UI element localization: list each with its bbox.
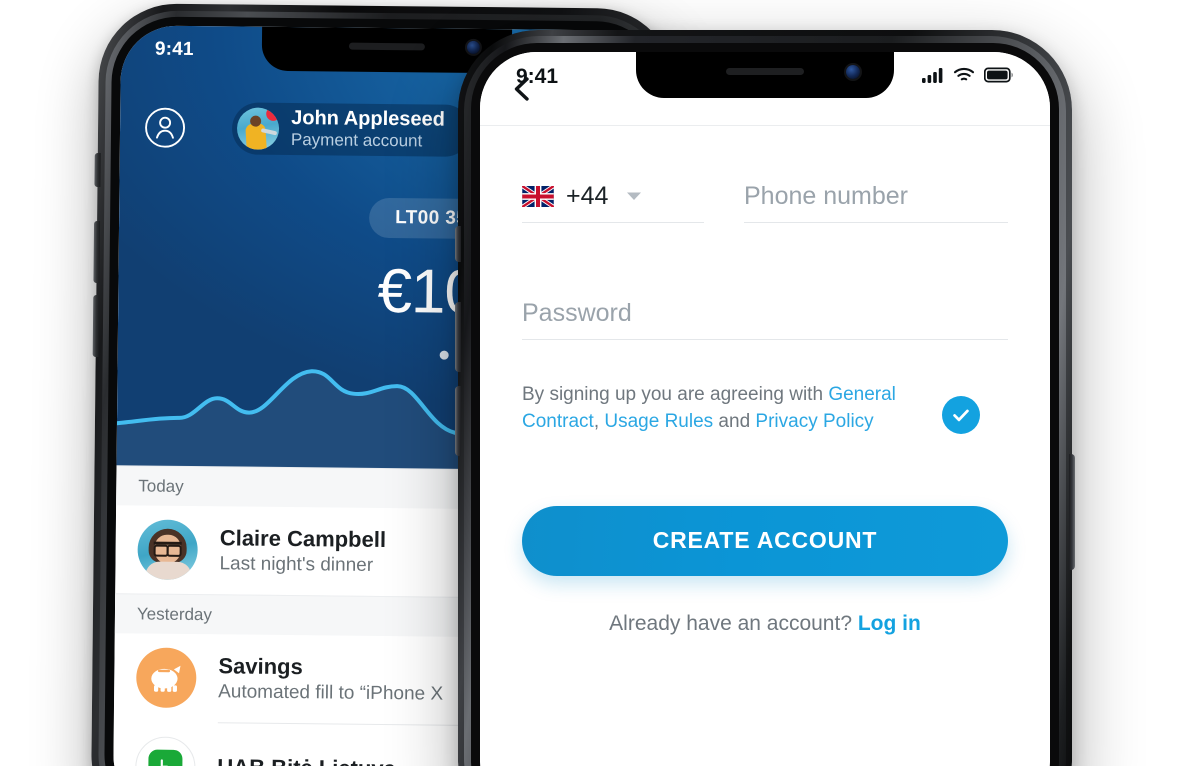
terms-agreement-row: By signing up you are agreeing with Gene… bbox=[522, 382, 1008, 436]
phone-input[interactable] bbox=[744, 182, 1008, 211]
bite-logo-icon bbox=[135, 736, 196, 766]
avatar-body bbox=[145, 561, 192, 581]
avatar-glasses bbox=[153, 541, 182, 550]
back-phone-mute-switch[interactable] bbox=[94, 152, 101, 188]
create-account-form: +44 By signing up you are agreeing with … bbox=[480, 182, 1050, 636]
front-phone-status-bar: 9:41 bbox=[480, 52, 1050, 98]
caret-down-icon[interactable] bbox=[626, 188, 642, 206]
front-phone-power-button[interactable] bbox=[1069, 454, 1075, 570]
front-phone-volume-down-button[interactable] bbox=[455, 386, 461, 456]
signal-bars-icon bbox=[922, 67, 944, 88]
terms-prefix: By signing up you are agreeing with bbox=[522, 384, 829, 405]
piggy-bank-icon bbox=[135, 647, 197, 709]
front-phone-mute-switch[interactable] bbox=[455, 226, 461, 262]
uk-flag-icon bbox=[521, 184, 555, 209]
wifi-icon bbox=[953, 67, 975, 88]
password-input-wrapper bbox=[522, 299, 1008, 340]
avatar-head bbox=[250, 115, 262, 127]
claire-photo-avatar bbox=[137, 519, 198, 581]
status-icons-group bbox=[922, 67, 1014, 88]
phone-number-row: +44 bbox=[521, 182, 1008, 223]
terms-sep-1: , bbox=[593, 410, 605, 432]
account-labels: John Appleseed Payment account bbox=[291, 107, 445, 152]
transaction-text: UAB Bitė Lietuva bbox=[217, 754, 396, 766]
transaction-title: UAB Bitė Lietuva bbox=[217, 754, 396, 766]
privacy-policy-link[interactable]: Privacy Policy bbox=[755, 411, 873, 432]
person-outline-icon[interactable] bbox=[144, 106, 186, 148]
log-in-link[interactable]: Log in bbox=[858, 612, 921, 635]
back-phone-volume-up-button[interactable] bbox=[93, 220, 101, 284]
terms-sep-2: and bbox=[713, 410, 756, 432]
transaction-title: Savings bbox=[218, 653, 303, 680]
back-phone-clock: 9:41 bbox=[154, 38, 194, 60]
phone-input-wrapper bbox=[744, 182, 1008, 223]
avatar-torso bbox=[245, 123, 267, 150]
transaction-subtitle: Automated fill to “iPhone X bbox=[218, 681, 444, 705]
bite-logo-square bbox=[148, 749, 183, 766]
account-switcher-pill[interactable]: John Appleseed Payment account bbox=[231, 102, 472, 157]
account-type-label: Payment account bbox=[290, 130, 423, 151]
front-phone-volume-up-button[interactable] bbox=[455, 302, 461, 372]
login-prompt-text: Already have an account? bbox=[609, 611, 858, 635]
dial-code-label: +44 bbox=[566, 182, 609, 210]
country-code-selector[interactable]: +44 bbox=[521, 182, 704, 223]
password-input[interactable] bbox=[522, 299, 1008, 328]
battery-icon bbox=[983, 67, 1014, 88]
transaction-text: Claire Campbell Last night's dinner bbox=[219, 525, 386, 577]
user-photo-avatar bbox=[236, 107, 280, 150]
login-prompt: Already have an account? Log in bbox=[522, 612, 1008, 636]
notification-badge-dot bbox=[266, 107, 280, 121]
check-icon bbox=[953, 409, 969, 422]
screenshot-stage: 9:41 John Appleseed Payment account LT00… bbox=[0, 0, 1182, 766]
account-holder-name: John Appleseed bbox=[291, 107, 446, 131]
back-phone-volume-down-button[interactable] bbox=[92, 294, 100, 358]
front-phone-clock: 9:41 bbox=[516, 65, 559, 88]
front-phone-device: 9:41 +44 Phone number Password By signin… bbox=[455, 30, 1075, 766]
terms-checkbox[interactable] bbox=[942, 396, 980, 434]
transaction-subtitle: Last night's dinner bbox=[219, 553, 374, 576]
front-phone-screen: 9:41 +44 Phone number Password By signin… bbox=[480, 52, 1050, 766]
create-account-button[interactable]: CREATE ACCOUNT bbox=[522, 505, 1008, 576]
terms-text: By signing up you are agreeing with Gene… bbox=[522, 382, 918, 436]
transaction-title: Claire Campbell bbox=[219, 525, 387, 553]
transaction-text: Savings Automated fill to “iPhone X bbox=[218, 653, 443, 705]
usage-rules-link[interactable]: Usage Rules bbox=[604, 411, 713, 432]
